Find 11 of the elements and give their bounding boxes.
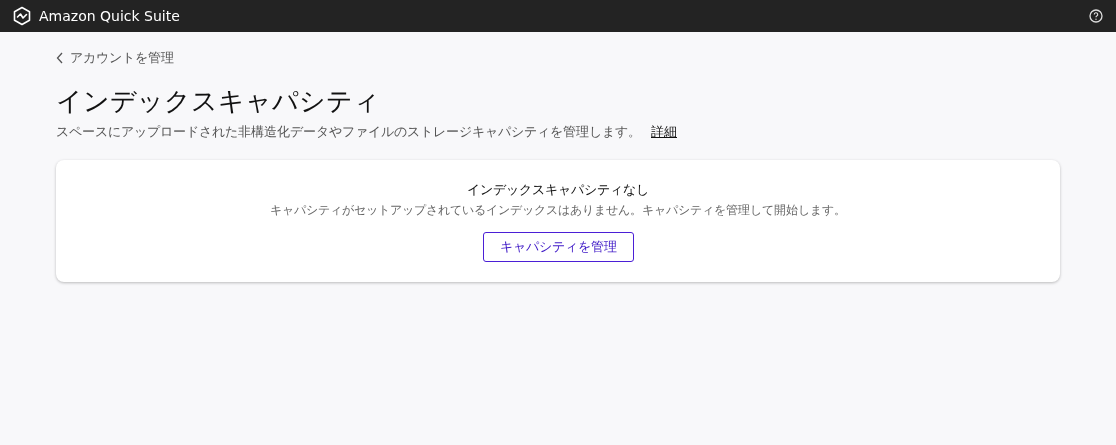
help-icon[interactable] [1089, 9, 1103, 23]
empty-state-title: インデックスキャパシティなし [467, 181, 649, 199]
back-link[interactable]: アカウントを管理 [56, 49, 174, 67]
app-name: Amazon Quick Suite [39, 8, 180, 24]
chevron-left-icon [56, 52, 64, 64]
details-link[interactable]: 詳細 [651, 123, 677, 141]
page-description: スペースにアップロードされた非構造化データやファイルのストレージキャパシティを管理します。 [56, 123, 641, 141]
page-title: インデックスキャパシティ [56, 85, 381, 118]
manage-capacity-button[interactable]: キャパシティを管理 [482, 232, 634, 262]
logo-icon [12, 6, 32, 26]
empty-state-message: キャパシティがセットアップされているインデックスはありません。キャパシティを管理して開始します。 [270, 202, 846, 219]
